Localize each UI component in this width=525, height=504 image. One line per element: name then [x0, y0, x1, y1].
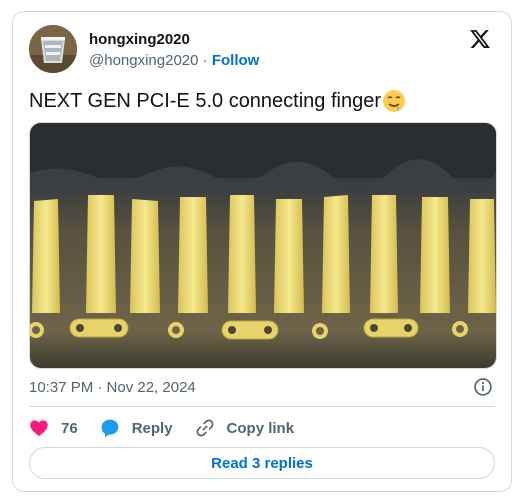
copy-link-label: Copy link [226, 419, 295, 437]
handle-row: @hongxing2020 · Follow [89, 52, 259, 69]
avatar[interactable] [29, 25, 77, 73]
tweet-photo[interactable] [29, 122, 497, 369]
tweet-text-row: NEXT GEN PCI-E 5.0 connecting finger [29, 89, 406, 113]
copy-link-button[interactable]: Copy link [195, 418, 295, 438]
tweet-card: hongxing2020 @hongxing2020 · Follow NEXT… [12, 11, 512, 492]
tweet-timestamp[interactable]: 10:37 PM · Nov 22, 2024 [29, 379, 196, 396]
like-count: 76 [61, 419, 78, 437]
separator: · [198, 52, 212, 69]
action-bar: 76 Reply Copy link [29, 416, 316, 440]
heart-icon [30, 420, 48, 436]
author-handle[interactable]: @hongxing2020 [89, 52, 198, 69]
read-replies-button[interactable]: Read 3 replies [29, 447, 495, 479]
x-logo-icon[interactable] [469, 28, 491, 50]
divider [29, 406, 495, 407]
reply-label: Reply [131, 419, 173, 437]
info-icon[interactable] [473, 377, 493, 397]
tweet-text: NEXT GEN PCI-E 5.0 connecting finger [29, 89, 382, 112]
follow-button[interactable]: Follow [212, 52, 260, 69]
link-icon [196, 419, 213, 437]
reply-button[interactable]: Reply [100, 418, 173, 438]
author-name[interactable]: hongxing2020 [89, 31, 190, 48]
like-button[interactable]: 76 [29, 418, 78, 438]
reply-bubble-icon [101, 419, 119, 438]
drooling-face-emoji [383, 90, 406, 112]
